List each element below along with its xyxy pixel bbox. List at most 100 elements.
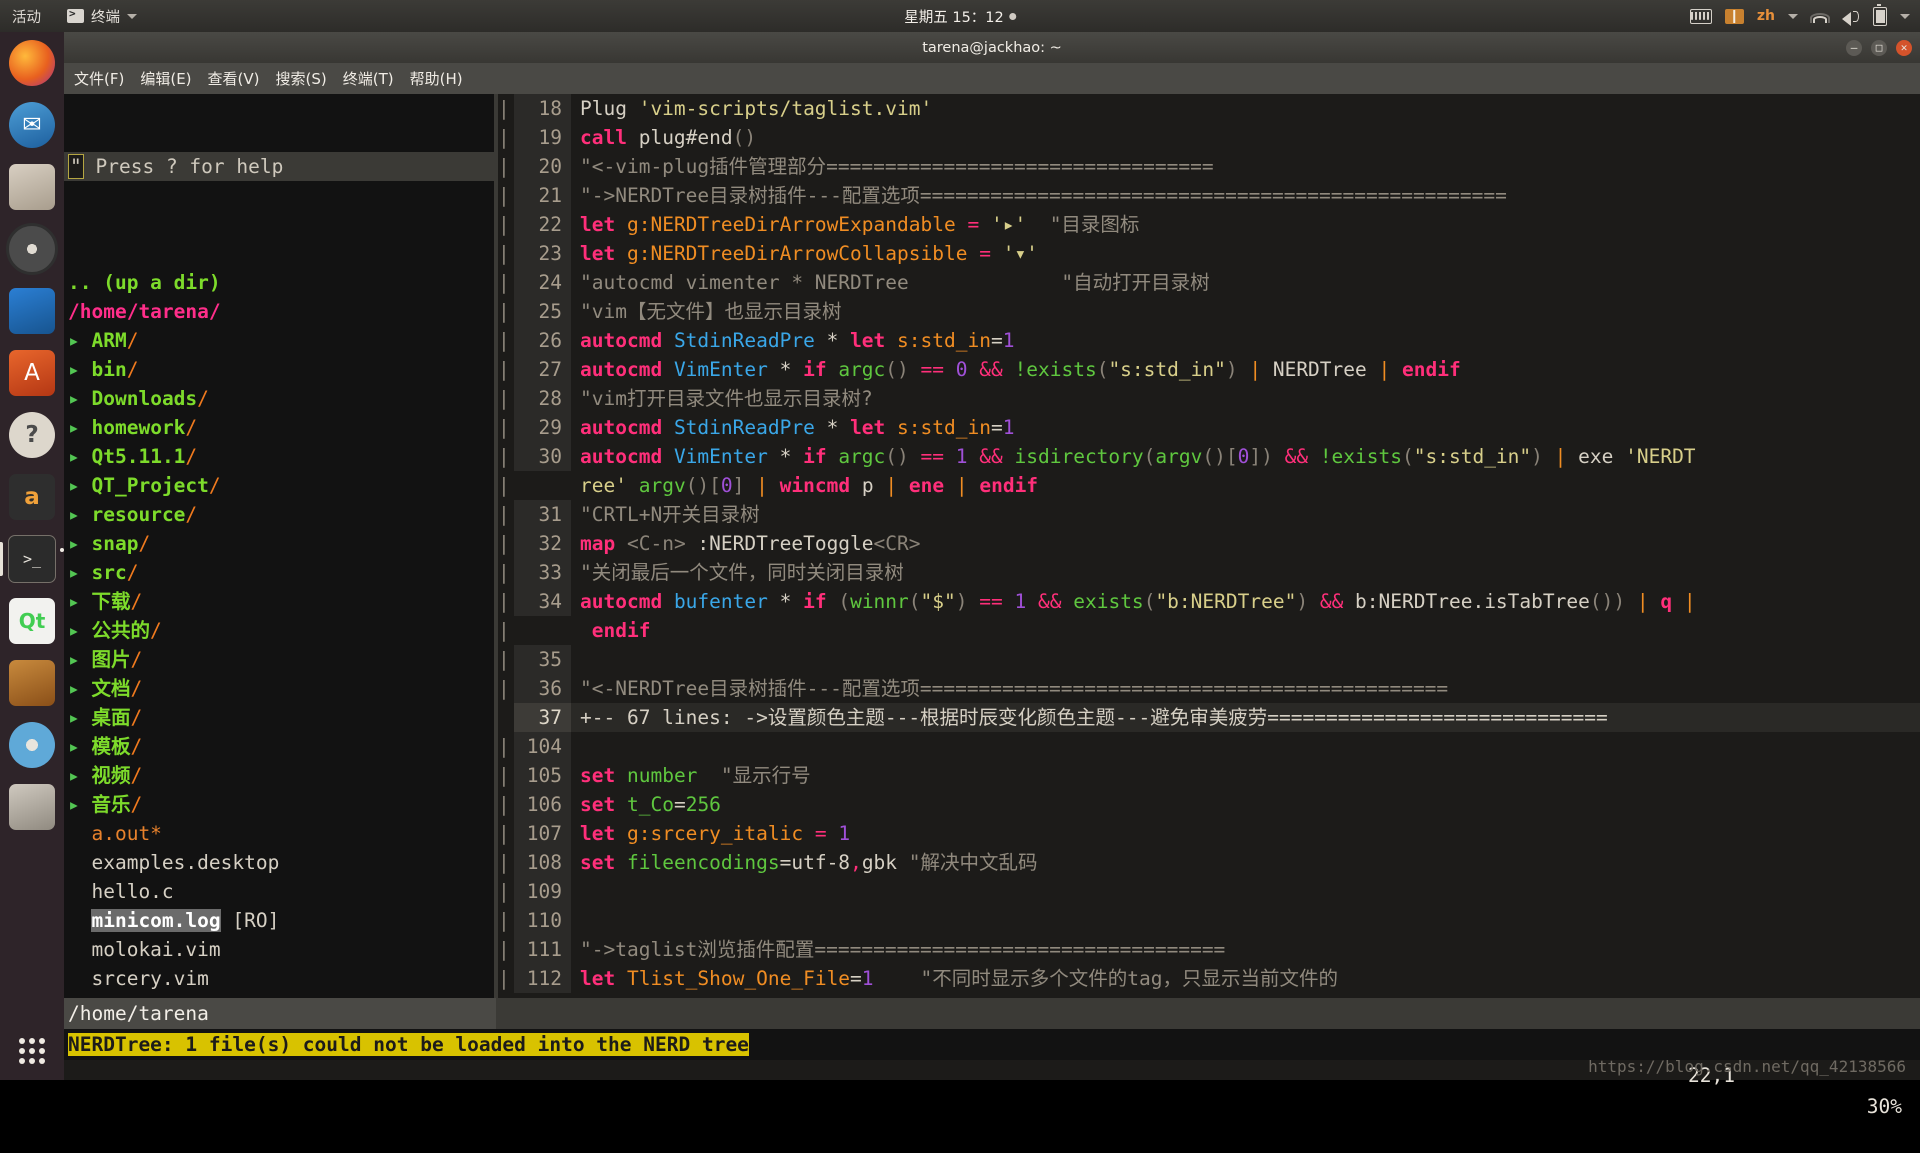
nerdtree-dir-文档[interactable]: ▸ 文档/ (64, 674, 494, 703)
code-line[interactable]: | 33 "关闭最后一个文件，同时关闭目录树 (498, 558, 1920, 587)
code-line[interactable]: | 21 "->NERDTree目录树插件---配置选项==============… (498, 181, 1920, 210)
minimize-button[interactable]: – (1846, 39, 1862, 56)
menu-terminal[interactable]: 终端(T) (343, 68, 394, 89)
dock-item-terminal[interactable]: >_ (0, 528, 64, 590)
nerdtree-file-minicom.log[interactable]: minicom.log [RO] (64, 906, 494, 935)
token: && (1038, 590, 1062, 613)
menu-search[interactable]: 搜索(S) (276, 68, 327, 89)
code-line[interactable]: | 20 "<-vim-plug插件管理部分====================… (498, 152, 1920, 181)
clock-button[interactable]: 星期五 15：12 (904, 6, 1016, 27)
code-line[interactable]: | 32 map <C-n> :NERDTreeToggle<CR> (498, 529, 1920, 558)
nerdtree-file-examples.desktop[interactable]: examples.desktop (64, 848, 494, 877)
code-line[interactable]: | 25 "vim【无文件】也显示目录树 (498, 297, 1920, 326)
code-line[interactable]: 37 +-- 67 lines: ->设置颜色主题---根据时辰变化颜色主题---… (498, 703, 1920, 732)
code-line[interactable]: | 104 (498, 732, 1920, 761)
nerdtree-dir-src[interactable]: ▸ src/ (64, 558, 494, 587)
code-line[interactable]: | 112 let Tlist_Show_One_File=1 "不同时显示多个文件… (498, 964, 1920, 993)
nerdtree-dir-snap[interactable]: ▸ snap/ (64, 529, 494, 558)
line-number: 106 (514, 790, 571, 819)
menu-edit[interactable]: 编辑(E) (140, 68, 191, 89)
dock-item-rhythmbox[interactable] (0, 218, 64, 280)
code-line[interactable]: | 34 autocmd bufenter * if (winnr("$") == … (498, 587, 1920, 616)
code-line[interactable]: | 105 set number "显示行号 (498, 761, 1920, 790)
system-menu-chevron-down-icon[interactable] (1900, 13, 1910, 19)
code-line[interactable]: | 27 autocmd VimEnter * if argc() == 0 && … (498, 355, 1920, 384)
code-line[interactable]: | 36 "<-NERDTree目录树插件---配置选项==============… (498, 674, 1920, 703)
activities-button[interactable]: 活动 (12, 6, 41, 27)
code-line[interactable]: | 108 set fileencodings=utf-8,gbk "解决中文乱码 (498, 848, 1920, 877)
fold-column: | (498, 471, 514, 500)
close-button[interactable]: ✕ (1896, 39, 1912, 56)
nerdtree-pane[interactable]: " Press ? for help .. (up a dir)/home/ta… (64, 94, 494, 998)
nerdtree-dir-模板[interactable]: ▸ 模板/ (64, 732, 494, 761)
dock-item-qtcreator[interactable]: Qt (0, 590, 64, 652)
code-line[interactable]: | 29 autocmd StdinReadPre * let s:std_in=1 (498, 413, 1920, 442)
code-line[interactable]: | 35 (498, 645, 1920, 674)
code-text: "->NERDTree目录树插件---配置选项=================… (571, 181, 1920, 210)
window-titlebar[interactable]: tarena@jackhao: ~ – □ ✕ (64, 32, 1920, 63)
code-line[interactable]: | 24 "autocmd vimenter * NERDTree "自动打开目录树 (498, 268, 1920, 297)
nerdtree-dir-桌面[interactable]: ▸ 桌面/ (64, 703, 494, 732)
keyboard-icon[interactable] (1689, 8, 1712, 24)
code-line[interactable]: | 26 autocmd StdinReadPre * let s:std_in=1 (498, 326, 1920, 355)
nerdtree-dir-ARM[interactable]: ▸ ARM/ (64, 326, 494, 355)
nerdtree-file-a.out[interactable]: a.out* (64, 819, 494, 848)
dock-item-usb-creator[interactable] (0, 776, 64, 838)
nerdtree-file-molokai.vim[interactable]: molokai.vim (64, 935, 494, 964)
nerdtree-dir-公共的[interactable]: ▸ 公共的/ (64, 616, 494, 645)
token: ( (1143, 445, 1156, 468)
nerdtree-dir-音乐[interactable]: ▸ 音乐/ (64, 790, 494, 819)
dock-item-software[interactable]: A (0, 342, 64, 404)
vim-buffer[interactable]: | 18 Plug 'vim-scripts/taglist.vim' | 19 call… (498, 94, 1920, 998)
nerdtree-up-dir[interactable]: .. (up a dir) (64, 268, 494, 297)
nerdtree-root[interactable]: /home/tarena/ (64, 297, 494, 326)
nerdtree-file-srcery.vim[interactable]: srcery.vim (64, 964, 494, 993)
nerdtree-dir-下载[interactable]: ▸ 下载/ (64, 587, 494, 616)
dock-item-disks[interactable] (0, 714, 64, 776)
code-line[interactable]: | ree' argv()[0] | wincmd p | ene | endif (498, 471, 1920, 500)
code-line[interactable]: | 19 call plug#end() (498, 123, 1920, 152)
nerdtree-dir-QT_Project[interactable]: ▸ QT_Project/ (64, 471, 494, 500)
nerdtree-dir-homework[interactable]: ▸ homework/ (64, 413, 494, 442)
dock-item-help[interactable]: ? (0, 404, 64, 466)
nerdtree-dir-图片[interactable]: ▸ 图片/ (64, 645, 494, 674)
token: "<-vim-plug插件管理部分=======================… (580, 155, 1214, 178)
code-line[interactable]: | 31 "CRTL+N开关目录树 (498, 500, 1920, 529)
nerdtree-file-hello.c[interactable]: hello.c (64, 877, 494, 906)
code-line[interactable]: | 106 set t_Co=256 (498, 790, 1920, 819)
fold-column: | (498, 413, 514, 442)
menu-view[interactable]: 查看(V) (208, 68, 260, 89)
battery-icon[interactable] (1873, 3, 1887, 26)
code-line[interactable]: | 109 (498, 877, 1920, 906)
nerdtree-dir-Qt5.11.1[interactable]: ▸ Qt5.11.1/ (64, 442, 494, 471)
nerdtree-dir-bin[interactable]: ▸ bin/ (64, 355, 494, 384)
code-line[interactable]: | 30 autocmd VimEnter * if argc() == 1 && … (498, 442, 1920, 471)
code-line[interactable]: | 18 Plug 'vim-scripts/taglist.vim' (498, 94, 1920, 123)
code-line[interactable]: | 28 "vim打开目录文件也显示目录树? (498, 384, 1920, 413)
input-method-indicator[interactable]: zh (1757, 8, 1775, 24)
dock-item-amazon[interactable]: a (0, 466, 64, 528)
app-menu-button[interactable]: 终端 (67, 6, 137, 27)
dock-item-books[interactable] (0, 652, 64, 714)
maximize-button[interactable]: □ (1871, 39, 1887, 56)
dock-item-writer[interactable] (0, 280, 64, 342)
code-line[interactable]: | 22 let g:NERDTreeDirArrowExpandable = '▸… (498, 210, 1920, 239)
menu-file[interactable]: 文件(F) (74, 68, 124, 89)
dock-item-files[interactable] (0, 156, 64, 218)
menu-help[interactable]: 帮助(H) (410, 68, 463, 89)
nerdtree-dir-resource[interactable]: ▸ resource/ (64, 500, 494, 529)
code-line[interactable]: | 111 "->taglist浏览插件配置====================… (498, 935, 1920, 964)
dictionary-icon[interactable] (1724, 8, 1744, 24)
input-method-chevron-down-icon[interactable] (1788, 13, 1798, 19)
code-line[interactable]: | 110 (498, 906, 1920, 935)
code-line[interactable]: | 107 let g:srcery_italic = 1 (498, 819, 1920, 848)
dock-item-firefox[interactable] (0, 32, 64, 94)
code-line[interactable]: | 23 let g:NERDTreeDirArrowCollapsible = '… (498, 239, 1920, 268)
wifi-icon[interactable] (1810, 10, 1830, 23)
code-line[interactable]: | endif (498, 616, 1920, 645)
show-applications-button[interactable] (0, 1028, 64, 1074)
nerdtree-dir-视频[interactable]: ▸ 视频/ (64, 761, 494, 790)
volume-icon[interactable] (1842, 9, 1860, 26)
nerdtree-dir-Downloads[interactable]: ▸ Downloads/ (64, 384, 494, 413)
dock-item-thunderbird[interactable]: ✉ (0, 94, 64, 156)
